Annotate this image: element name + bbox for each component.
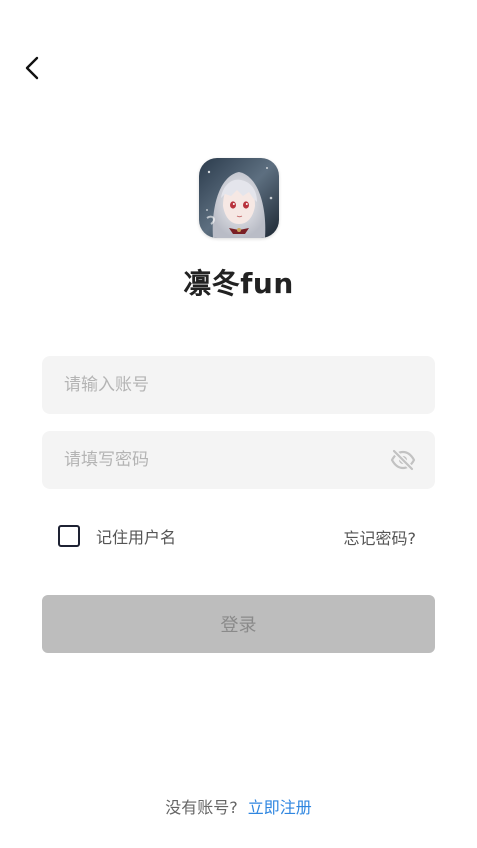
register-prompt: 没有账号? 立即注册 [0,794,477,818]
remember-checkbox[interactable] [58,525,80,547]
no-account-text: 没有账号? [165,798,238,817]
forgot-password-link[interactable]: 忘记密码? [344,525,417,549]
remember-username[interactable]: 记住用户名 [58,524,176,548]
register-link[interactable]: 立即注册 [248,798,312,817]
chevron-left-icon [25,56,39,80]
back-button[interactable] [18,54,46,82]
eye-off-icon [390,449,416,471]
app-logo-image [199,158,279,238]
login-button[interactable]: 登录 [42,595,435,653]
account-input[interactable] [64,356,417,414]
app-logo [199,158,279,238]
remember-label: 记住用户名 [96,528,177,547]
account-field[interactable] [42,356,435,414]
password-visibility-toggle[interactable] [389,446,417,474]
app-name: 凛冬fun [183,267,294,300]
password-field[interactable] [42,431,435,489]
password-input[interactable] [64,431,389,489]
